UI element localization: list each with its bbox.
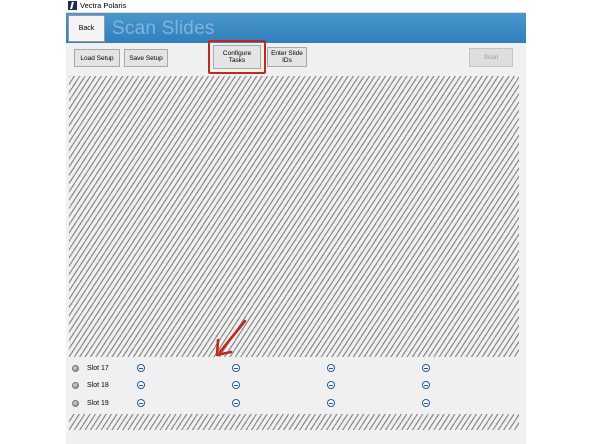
highlight-box	[208, 40, 266, 74]
load-setup-button[interactable]: Load Setup	[74, 49, 120, 67]
slot-row: Slot 18	[66, 378, 526, 394]
minus-circle-icon[interactable]	[422, 399, 430, 407]
annotation-arrow-icon	[215, 319, 247, 357]
minus-circle-icon[interactable]	[137, 399, 145, 407]
back-button[interactable]: Back	[68, 15, 105, 42]
scan-button[interactable]: Scan	[469, 48, 513, 67]
minus-circle-icon[interactable]	[232, 364, 240, 372]
minus-circle-icon[interactable]	[422, 381, 430, 389]
slot-area-hatched-top	[69, 76, 519, 357]
slot-label: Slot 18	[87, 382, 109, 389]
minus-circle-icon[interactable]	[327, 399, 335, 407]
enter-slide-ids-line2: IDs	[282, 57, 292, 64]
minus-circle-icon[interactable]	[232, 399, 240, 407]
minus-circle-icon[interactable]	[232, 381, 240, 389]
slot-status-indicator	[72, 382, 79, 389]
enter-slide-ids-button[interactable]: Enter Slide IDs	[267, 47, 307, 67]
slot-status-indicator	[72, 400, 79, 407]
slot-label: Slot 17	[87, 365, 109, 372]
page-title: Scan Slides	[112, 18, 215, 39]
slot-area-hatched-bottom	[69, 414, 519, 430]
enter-slide-ids-line1: Enter Slide	[271, 50, 303, 57]
minus-circle-icon[interactable]	[422, 364, 430, 372]
minus-circle-icon[interactable]	[327, 364, 335, 372]
minus-circle-icon[interactable]	[327, 381, 335, 389]
slot-row: Slot 17	[66, 361, 526, 377]
slot-label: Slot 19	[87, 400, 109, 407]
slot-status-indicator	[72, 365, 79, 372]
app-window: Vectra Polaris Back Scan Slides Load Set…	[66, 0, 526, 444]
app-logo-icon	[68, 1, 77, 10]
window-title: Vectra Polaris	[80, 1, 127, 10]
window-titlebar: Vectra Polaris	[66, 0, 526, 13]
save-setup-button[interactable]: Save Setup	[124, 49, 168, 67]
page-header: Back Scan Slides	[66, 13, 526, 43]
slot-row: Slot 19	[66, 396, 526, 412]
minus-circle-icon[interactable]	[137, 381, 145, 389]
minus-circle-icon[interactable]	[137, 364, 145, 372]
enter-slide-ids-label: Enter Slide IDs	[271, 50, 303, 64]
